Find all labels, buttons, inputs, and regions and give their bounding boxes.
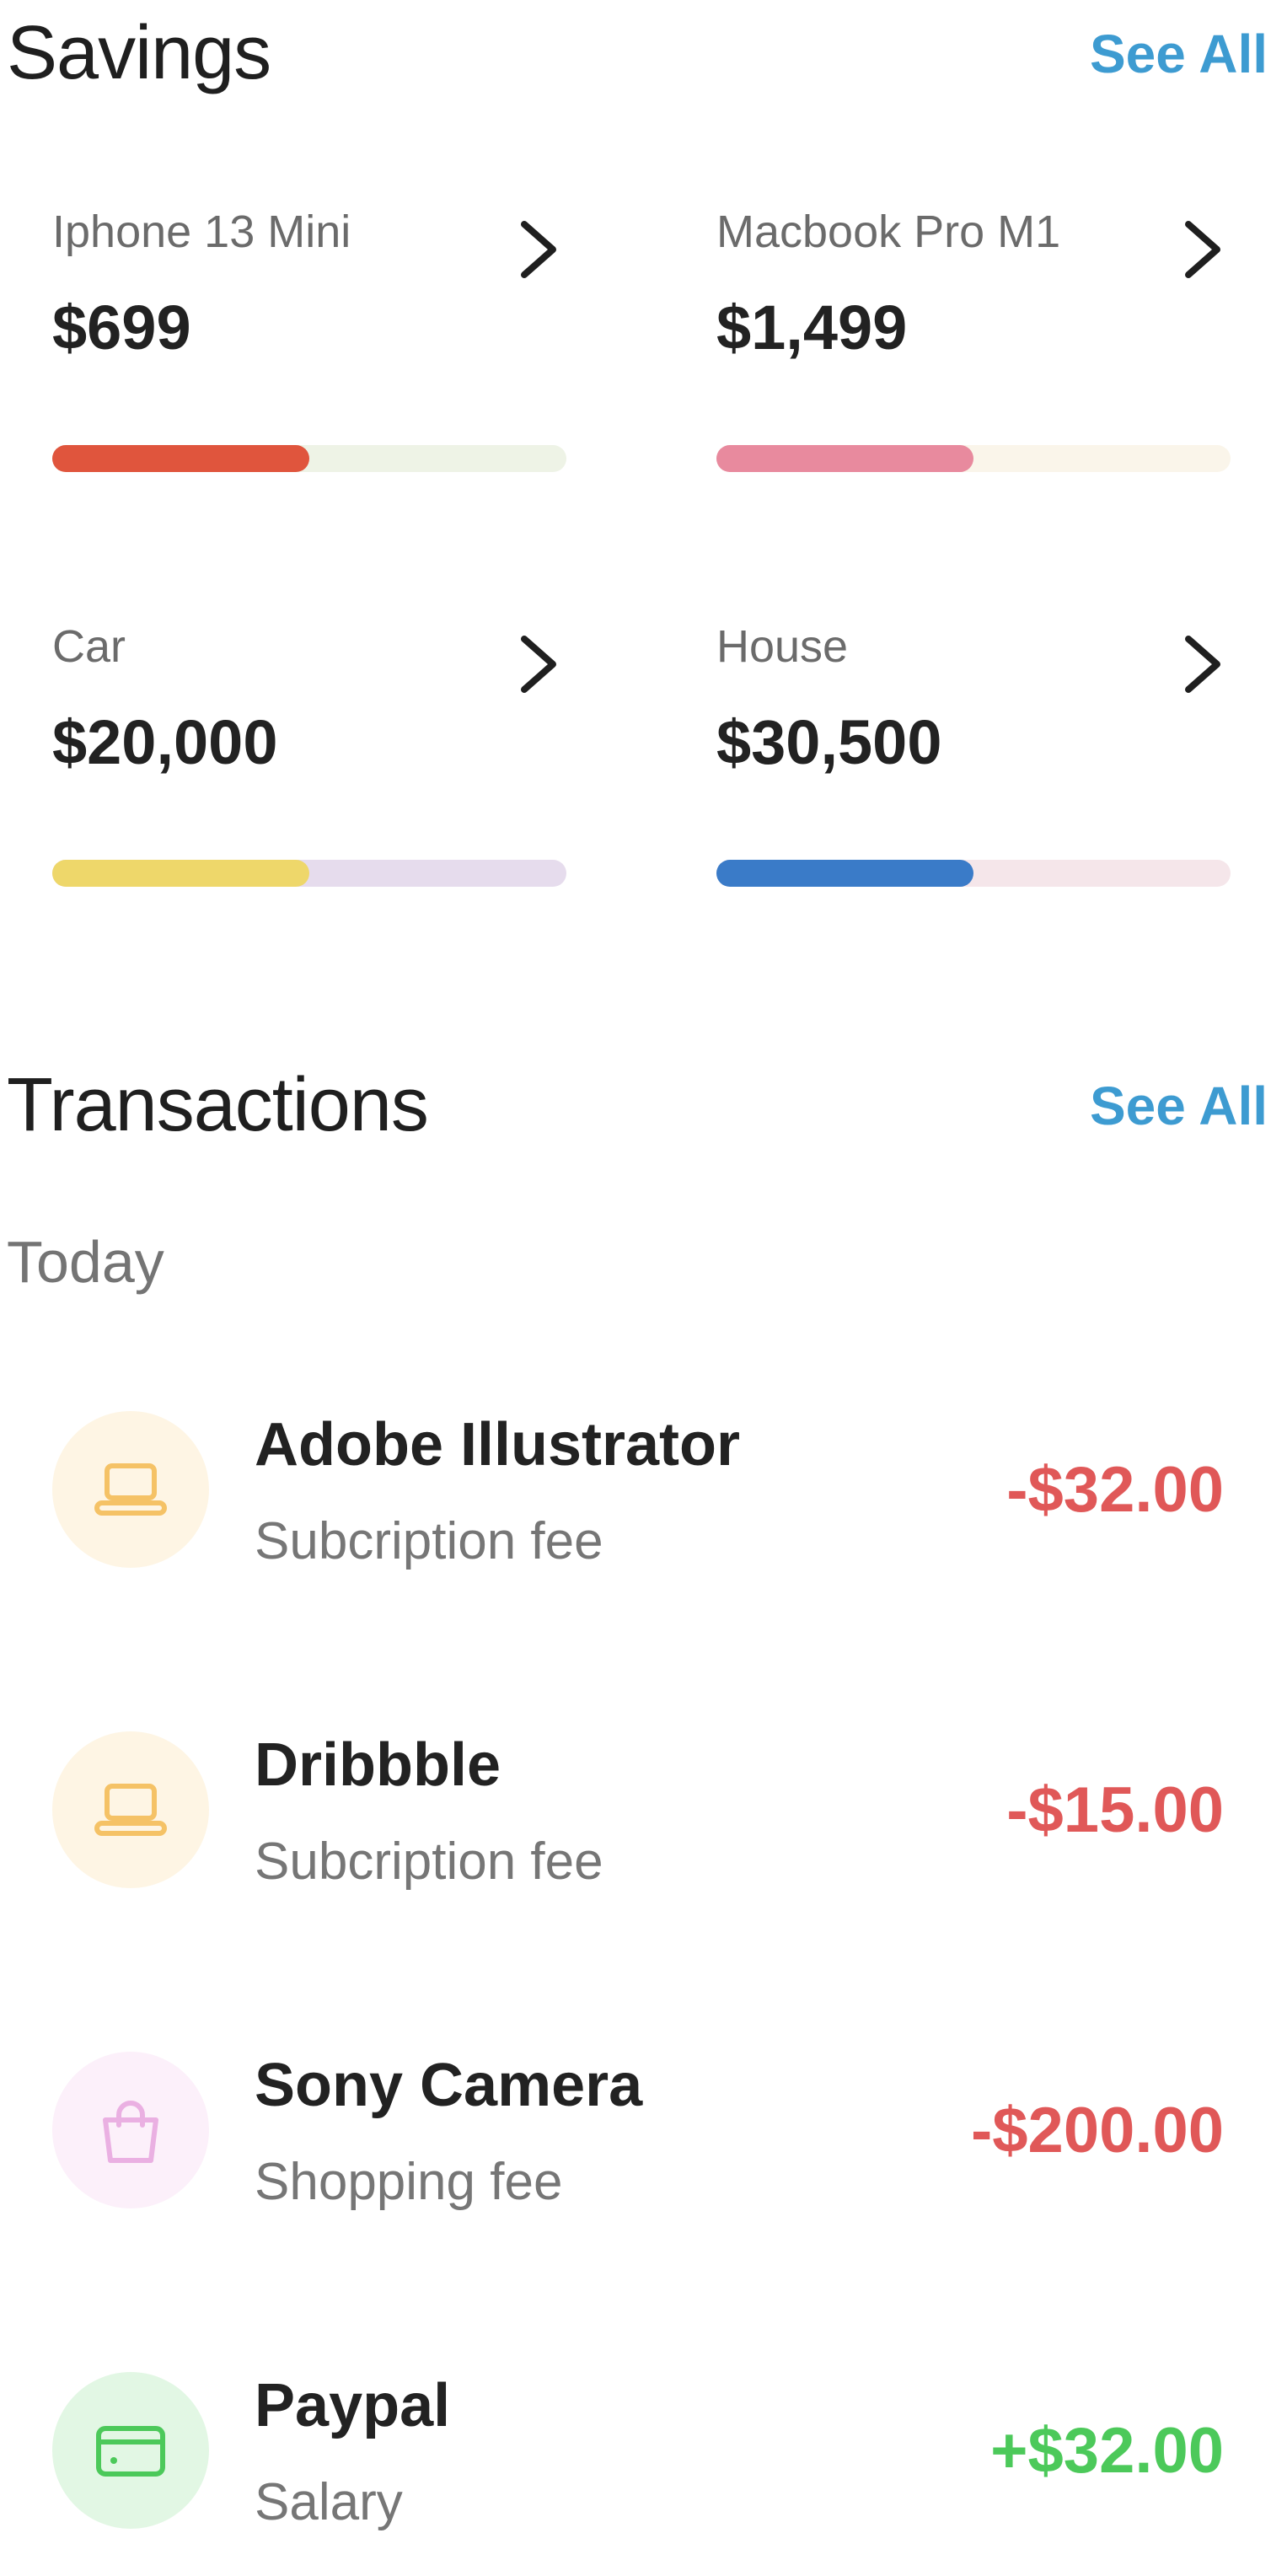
saving-progress-fill [52,860,309,887]
saving-card[interactable]: Car $20,000 [52,624,566,961]
saving-name: House [716,621,849,672]
transactions-title: Transactions [7,1063,429,1147]
transaction-subtitle: Shopping fee [255,2153,563,2211]
saving-progress-fill [52,445,309,472]
transaction-amount: -$200.00 [970,2095,1224,2166]
savings-header: Savings See All [0,15,1271,116]
saving-progress-track [716,860,1231,887]
shopping-bag-icon [52,2052,209,2208]
saving-progress-track [52,445,566,472]
savings-title: Savings [7,11,271,95]
transaction-row[interactable]: Dribbble Subcription fee -$15.00 [0,1731,1271,1892]
transaction-subtitle: Subcription fee [255,1833,603,1891]
transactions-header: Transactions See All [0,1067,1271,1168]
saving-progress-track [52,860,566,887]
saving-name: Car [52,621,126,672]
laptop-icon [52,1411,209,1568]
transaction-row[interactable]: Adobe Illustrator Subcription fee -$32.0… [0,1411,1271,1571]
transaction-row[interactable]: Sony Camera Shopping fee -$200.00 [0,2052,1271,2212]
transaction-amount: -$15.00 [1006,1774,1224,1846]
transaction-amount: +$32.00 [990,2415,1224,2487]
saving-progress-fill [716,860,973,887]
chevron-right-icon[interactable] [514,631,565,698]
transaction-title: Dribbble [255,1731,501,1799]
transaction-subtitle: Subcription fee [255,1512,603,1570]
transactions-day-label: Today [7,1229,164,1295]
saving-progress-fill [716,445,973,472]
saving-card[interactable]: Macbook Pro M1 $1,499 [716,209,1231,546]
saving-amount: $1,499 [716,292,908,362]
savings-see-all-link[interactable]: See All [1090,27,1268,81]
saving-card[interactable]: House $30,500 [716,624,1231,961]
saving-card[interactable]: Iphone 13 Mini $699 [52,209,566,546]
saving-progress-track [716,445,1231,472]
saving-amount: $20,000 [52,707,278,777]
chevron-right-icon[interactable] [1178,216,1229,283]
transaction-title: Sony Camera [255,2052,643,2119]
transaction-amount: -$32.00 [1006,1454,1224,1526]
transaction-row[interactable]: Paypal Salary +$32.00 [0,2372,1271,2532]
transaction-title: Adobe Illustrator [255,1411,741,1479]
saving-name: Iphone 13 Mini [52,207,351,257]
laptop-icon [52,1731,209,1888]
saving-name: Macbook Pro M1 [716,207,1061,257]
saving-amount: $699 [52,292,191,362]
chevron-right-icon[interactable] [1178,631,1229,698]
transaction-subtitle: Salary [255,2473,403,2531]
transactions-see-all-link[interactable]: See All [1090,1079,1268,1133]
saving-amount: $30,500 [716,707,942,777]
credit-card-icon [52,2372,209,2529]
transaction-title: Paypal [255,2372,451,2439]
chevron-right-icon[interactable] [514,216,565,283]
